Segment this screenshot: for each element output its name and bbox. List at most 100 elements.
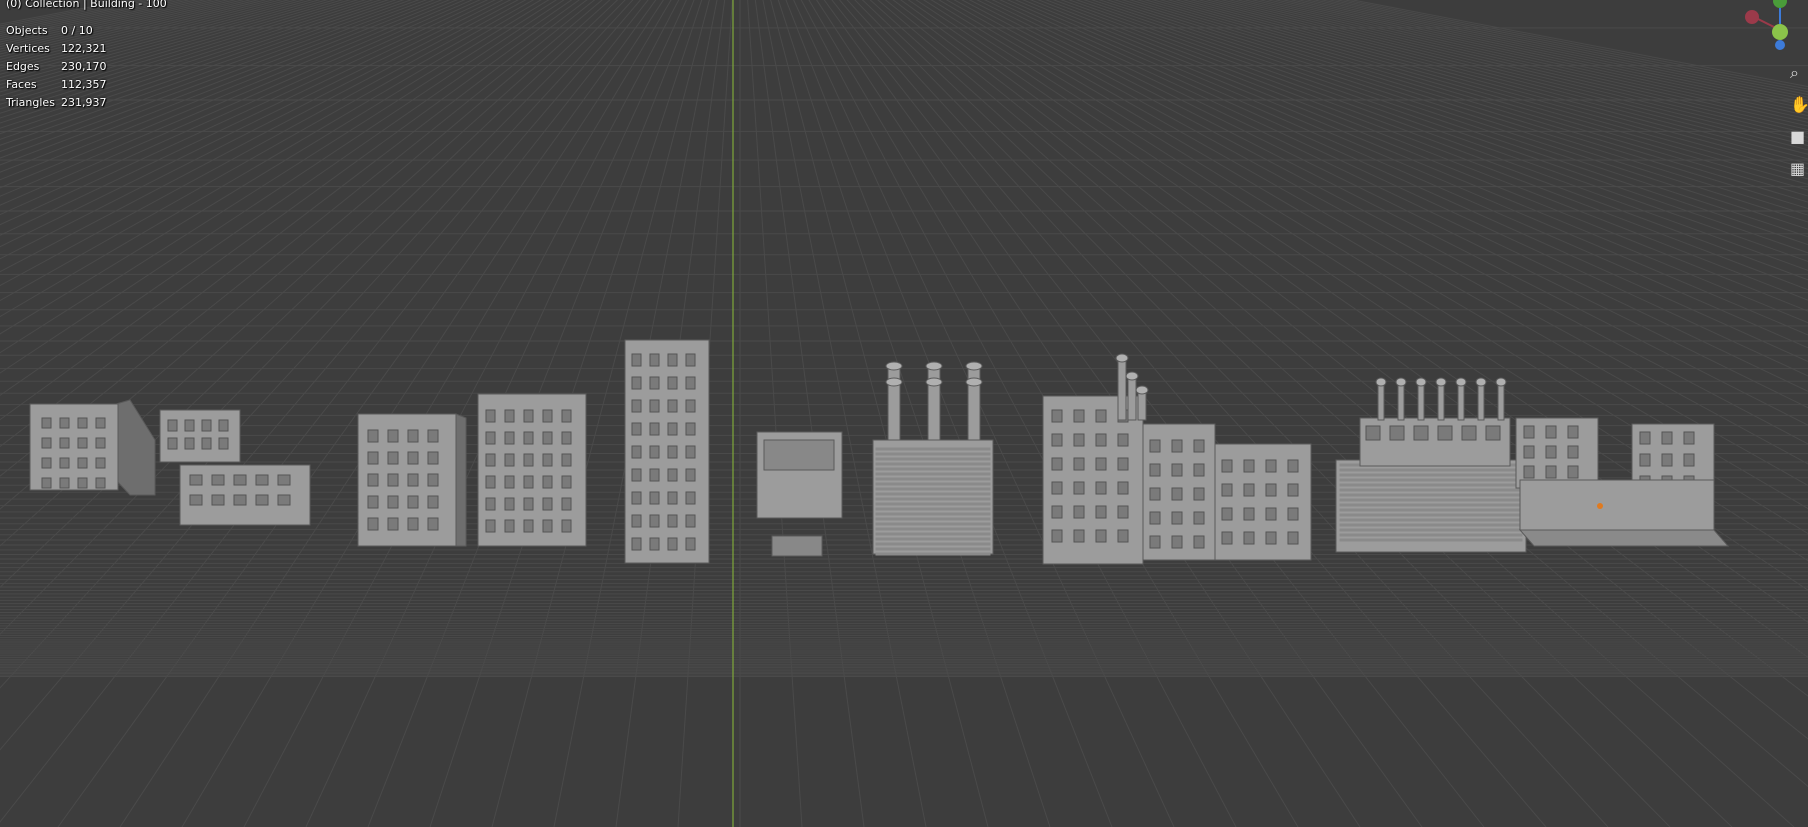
stat-label: Faces — [6, 78, 37, 91]
building-window — [631, 445, 642, 459]
building-window — [367, 473, 379, 487]
x-axis-negative-icon[interactable] — [1745, 10, 1759, 24]
building-window — [1243, 507, 1255, 521]
building-window — [277, 474, 291, 486]
building-window — [1287, 531, 1299, 545]
building-window — [1523, 465, 1535, 479]
building-window — [1073, 505, 1085, 519]
stat-value: 112,357 — [61, 78, 107, 91]
building-chimney-cap — [1115, 353, 1129, 363]
building-window — [685, 468, 696, 482]
building-window — [189, 494, 203, 506]
building-window — [1149, 439, 1161, 453]
zoom-icon[interactable]: ⌕ — [1790, 60, 1808, 86]
building-window — [1117, 505, 1129, 519]
building-window — [667, 353, 678, 367]
buildings-group — [29, 339, 1730, 565]
grid-view-icon[interactable]: ▦ — [1790, 156, 1808, 182]
navigation-gizmo[interactable] — [1736, 0, 1808, 56]
building-brick-line — [875, 547, 991, 551]
building-window — [367, 451, 379, 465]
building-window — [77, 457, 88, 469]
building-window — [1567, 465, 1579, 479]
building-window — [485, 519, 496, 533]
building-brick-line — [1339, 468, 1523, 472]
building-window — [542, 475, 553, 489]
camera-icon[interactable]: ■ — [1790, 124, 1808, 150]
building-window — [1193, 511, 1205, 525]
building-window — [631, 491, 642, 505]
building-window — [1243, 483, 1255, 497]
building-window — [77, 437, 88, 449]
building-window — [1095, 433, 1107, 447]
building-chimney — [1377, 381, 1385, 421]
building-window — [1193, 487, 1205, 501]
building-window — [504, 431, 515, 445]
building-window — [649, 514, 660, 528]
building-window — [561, 497, 572, 511]
building-window — [1265, 531, 1277, 545]
building-window — [1545, 445, 1557, 459]
building-window — [631, 537, 642, 551]
building-brick-line — [875, 447, 991, 451]
y-axis-icon[interactable] — [1772, 24, 1788, 40]
building-window — [1149, 535, 1161, 549]
building-10-base — [1519, 479, 1715, 531]
building-window — [1171, 535, 1183, 549]
stat-value: 0 / 10 — [61, 24, 93, 37]
stat-label: Vertices — [6, 42, 50, 55]
building-window — [218, 419, 229, 432]
building-window — [685, 537, 696, 551]
building-window — [427, 473, 439, 487]
building-window — [1389, 425, 1405, 441]
building-chimney-cap — [1135, 385, 1149, 395]
building-window — [685, 491, 696, 505]
building-window — [1117, 529, 1129, 543]
building-9-top — [1359, 417, 1511, 467]
building-window — [649, 491, 660, 505]
building-6-sign — [771, 535, 823, 557]
building-window — [1117, 481, 1129, 495]
building-window — [1243, 459, 1255, 473]
building-brick-line — [875, 532, 991, 536]
building-brick-line — [1339, 488, 1523, 492]
view-title: (0) Collection | Building - 100 — [6, 0, 167, 10]
building-window — [1243, 531, 1255, 545]
building-brick-line — [875, 457, 991, 461]
building-window — [1683, 453, 1695, 467]
hand-pan-icon[interactable]: ✋ — [1790, 92, 1808, 118]
building-window — [1461, 425, 1477, 441]
building-chimney-cap — [1455, 377, 1467, 387]
z-axis-negative-icon[interactable] — [1775, 40, 1785, 50]
building-brick-line — [875, 497, 991, 501]
building-window — [685, 514, 696, 528]
building-chimney — [1417, 381, 1425, 421]
building-window — [1073, 457, 1085, 471]
building-window — [1117, 457, 1129, 471]
building-chimney-cap — [1495, 377, 1507, 387]
building-window — [1437, 425, 1453, 441]
building-chimney — [1127, 375, 1137, 421]
building-window — [685, 376, 696, 390]
building-window — [1171, 511, 1183, 525]
building-window — [1221, 483, 1233, 497]
building-window — [1051, 409, 1063, 423]
building-window — [59, 457, 70, 469]
building-2 — [159, 409, 241, 463]
building-window — [685, 445, 696, 459]
3d-viewport[interactable]: (0) Collection | Building - 100 Objects … — [0, 0, 1808, 827]
building-window — [233, 494, 247, 506]
building-window — [1287, 483, 1299, 497]
building-window — [1149, 487, 1161, 501]
building-window — [167, 419, 178, 432]
building-window — [542, 453, 553, 467]
building-side — [455, 413, 467, 547]
building-window — [277, 494, 291, 506]
building-brick-line — [1339, 513, 1523, 517]
building-window — [427, 495, 439, 509]
stat-row-vertices: Vertices 122,321 — [6, 42, 107, 60]
building-window — [1567, 425, 1579, 439]
building-window — [1095, 457, 1107, 471]
building-chimney-cap — [1475, 377, 1487, 387]
building-window — [504, 519, 515, 533]
